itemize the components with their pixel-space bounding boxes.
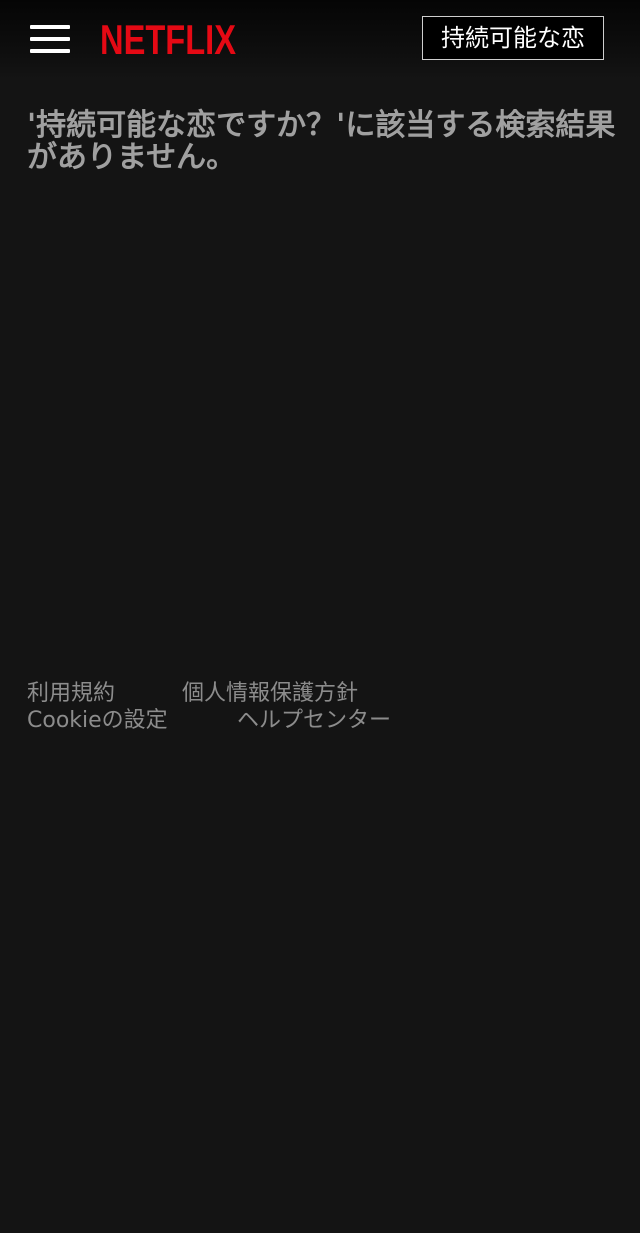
footer-row: Cookieの設定 ヘルプセンター (27, 702, 587, 734)
logo-text: NETFLIX (100, 16, 236, 60)
hamburger-line (30, 49, 70, 53)
hamburger-menu-icon[interactable] (30, 25, 70, 55)
netflix-logo[interactable]: NETFLIX (100, 16, 240, 60)
search-results-page: NETFLIX 持続可能な恋 '持続可能な恋ですか？'に該当する検索結果がありま… (0, 0, 640, 1233)
hamburger-line (30, 37, 70, 41)
search-input[interactable]: 持続可能な恋 (422, 16, 604, 60)
footer-link-cookie-settings[interactable]: Cookieの設定 (27, 702, 237, 734)
no-results-message: '持続可能な恋ですか？'に該当する検索結果がありません。 (27, 108, 616, 175)
footer-row: 利用規約 個人情報保護方針 (27, 677, 587, 706)
footer-link-help-center[interactable]: ヘルプセンター (237, 702, 391, 734)
hamburger-line (30, 25, 70, 29)
footer-links: 利用規約 個人情報保護方針 Cookieの設定 ヘルプセンター (27, 677, 587, 734)
netflix-logo-mark: NETFLIX (100, 16, 236, 60)
top-nav-bar: NETFLIX 持続可能な恋 (0, 0, 640, 80)
